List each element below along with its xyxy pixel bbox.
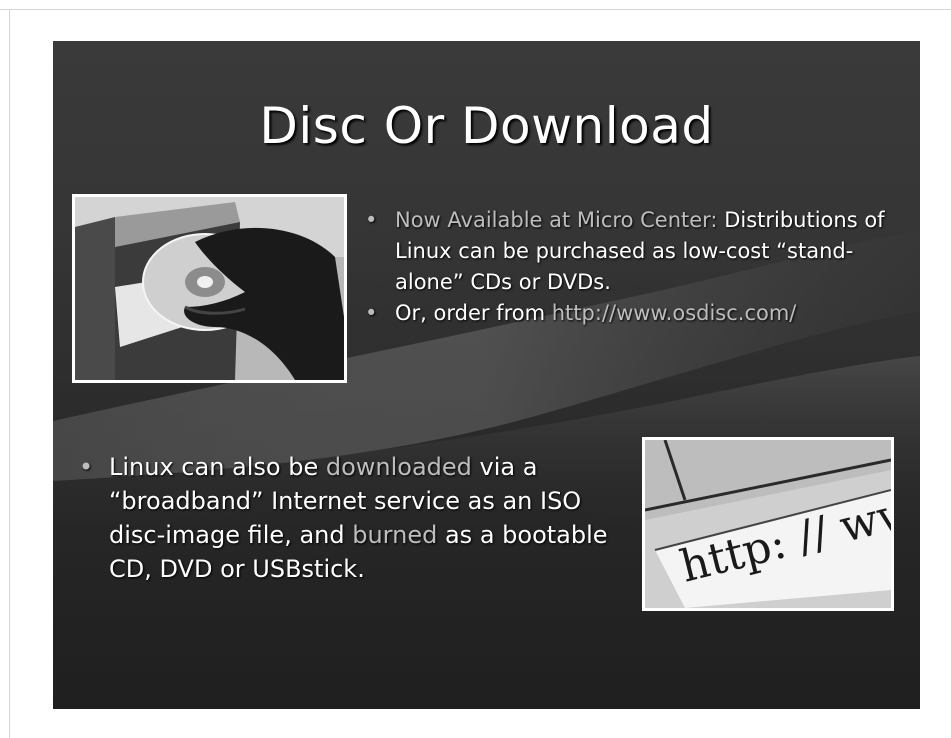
top-bullet-list: Now Available at Micro Center: Distribut… — [365, 205, 910, 329]
bullet-availability: Now Available at Micro Center: Distribut… — [365, 205, 910, 298]
disc-photo-image — [75, 197, 344, 380]
url-photo-image: http: // ww — [645, 440, 891, 608]
viewer-frame-left-border — [9, 9, 10, 738]
browser-url-photo: http: // ww — [642, 437, 894, 611]
presentation-slide: Disc Or Download Now Available at Micro … — [53, 41, 920, 709]
disc-insert-photo — [72, 194, 347, 383]
bullet-order: Or, order from http://www.osdisc.com/ — [365, 298, 910, 329]
slide-title: Disc Or Download — [259, 97, 714, 155]
bullet-availability-lead: Now Available at Micro Center: — [395, 208, 718, 232]
bottom-bullet-list: Linux can also be downloaded via a “broa… — [79, 450, 639, 586]
bullet-order-text: Or, order from — [395, 301, 552, 325]
bullet-download-highlight-burned: burned — [352, 521, 438, 549]
bullet-download: Linux can also be downloaded via a “broa… — [79, 450, 639, 586]
bullet-download-highlight-downloaded: downloaded — [325, 453, 472, 481]
bullet-download-part1: Linux can also be — [109, 453, 326, 481]
viewer-frame-top-border — [0, 9, 951, 10]
osdisc-link[interactable]: http://www.osdisc.com/ — [552, 301, 797, 325]
